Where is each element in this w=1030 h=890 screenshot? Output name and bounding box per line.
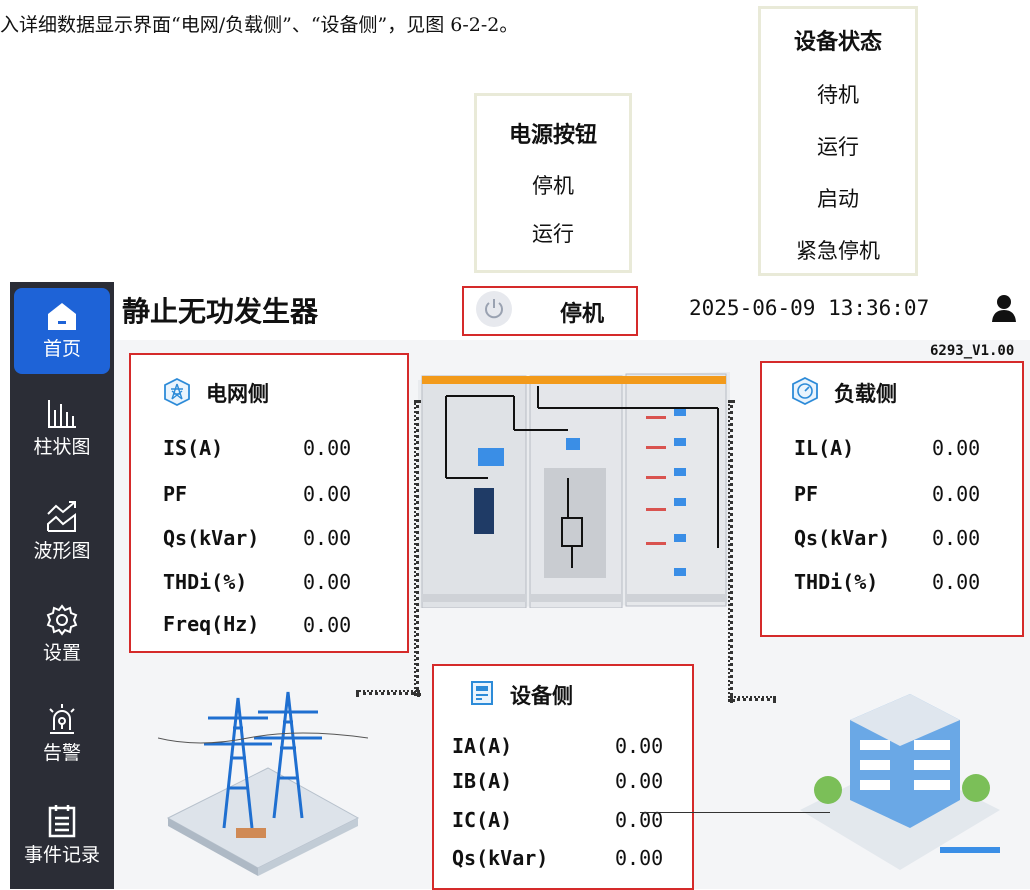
connector-line: [640, 812, 830, 813]
metric-label: Qs(kVar): [794, 526, 891, 550]
callout-title: 电源按钮: [508, 123, 597, 148]
callout-item: 停机: [532, 174, 574, 198]
metric-label: PF: [163, 482, 188, 506]
sidebar-item-label: 设置: [42, 642, 81, 664]
callout-item: 紧急停机: [796, 239, 880, 263]
gear-icon: [46, 604, 78, 636]
metric-label: THDi(%): [794, 570, 879, 594]
metric-value: 0.00: [615, 769, 664, 793]
metric-value: 0.00: [932, 570, 981, 594]
callout-item: 运行: [817, 135, 859, 159]
app-title: 静止无功发生器: [122, 295, 319, 328]
power-button-callout: 电源按钮 停机 运行: [474, 93, 632, 273]
sidebar-item-label: 告警: [42, 742, 81, 764]
datetime: 2025-06-09 13:36:07: [689, 296, 930, 320]
tower-icon: [164, 377, 190, 407]
sidebar-item-event-log[interactable]: 事件记录: [10, 804, 114, 867]
metric-value: 0.00: [932, 482, 981, 506]
sidebar-item-label: 波形图: [33, 540, 91, 562]
sidebar-item-waveform[interactable]: 波形图: [10, 500, 114, 563]
load-side-title: 负载侧: [834, 381, 897, 406]
sidebar-item-label: 首页: [42, 338, 81, 360]
callout-item: 启动: [817, 187, 859, 211]
user-icon[interactable]: [990, 294, 1018, 324]
cabinet-illustration: [418, 372, 730, 608]
bar-chart-icon: [48, 400, 76, 428]
connector-line: [414, 400, 419, 696]
metric-value: 0.00: [615, 846, 664, 870]
power-icon: [485, 299, 503, 319]
metric-label: IS(A): [163, 436, 224, 460]
device-icon: [471, 681, 493, 705]
metric-value: 0.00: [932, 526, 981, 550]
device-status-text: 停机: [560, 301, 605, 327]
metric-label: THDi(%): [163, 570, 248, 594]
metric-label: IB(A): [452, 769, 513, 793]
connector-line: [730, 696, 776, 701]
metric-label: Qs(kVar): [163, 526, 260, 550]
version-label: 6293_V1.00: [930, 343, 1015, 359]
device-side-title: 设备侧: [510, 683, 573, 708]
home-icon: [48, 303, 76, 330]
callout-item: 运行: [532, 222, 574, 246]
event-log-icon: [48, 805, 76, 838]
sidebar-item-settings[interactable]: 设置: [10, 604, 114, 665]
waveform-icon: [47, 501, 76, 532]
metric-value: 0.00: [303, 526, 352, 550]
metric-value: 0.00: [303, 482, 352, 506]
metric-value: 0.00: [615, 734, 664, 758]
callout-title: 设备状态: [793, 30, 882, 55]
metric-label: Freq(Hz): [163, 612, 260, 636]
metric-value: 0.00: [303, 613, 352, 637]
building-illustration: [800, 694, 1000, 870]
alarm-icon: [49, 704, 75, 734]
meter-icon: [792, 376, 818, 406]
power-grid-illustration: [158, 691, 368, 876]
metric-label: IA(A): [452, 734, 513, 758]
sidebar-item-home[interactable]: 首页: [14, 288, 110, 374]
document-intro-text: 入详细数据显示界面“电网/负载侧”、“设备侧”，见图 6-2-2。: [0, 14, 519, 36]
sidebar-item-label: 事件记录: [23, 844, 100, 866]
sidebar-item-alarm[interactable]: 告警: [10, 702, 114, 765]
callout-item: 待机: [817, 83, 859, 107]
metric-label: Qs(kVar): [452, 846, 549, 870]
metric-label: IC(A): [452, 808, 513, 832]
grid-side-title: 电网侧: [206, 381, 269, 406]
connector-line: [728, 400, 733, 702]
sidebar-item-label: 柱状图: [33, 436, 91, 458]
sidebar-item-bar-chart[interactable]: 柱状图: [10, 398, 114, 459]
sidebar: 首页 柱状图 波形图 设置 告警 事件记录: [10, 282, 114, 889]
metric-label: IL(A): [794, 436, 855, 460]
metric-value: 0.00: [303, 436, 352, 460]
metric-label: PF: [794, 482, 819, 506]
metric-value: 0.00: [303, 570, 352, 594]
metric-value: 0.00: [932, 436, 981, 460]
device-status-callout: 设备状态 待机 运行 启动 紧急停机: [758, 6, 918, 276]
power-button[interactable]: [476, 291, 512, 327]
